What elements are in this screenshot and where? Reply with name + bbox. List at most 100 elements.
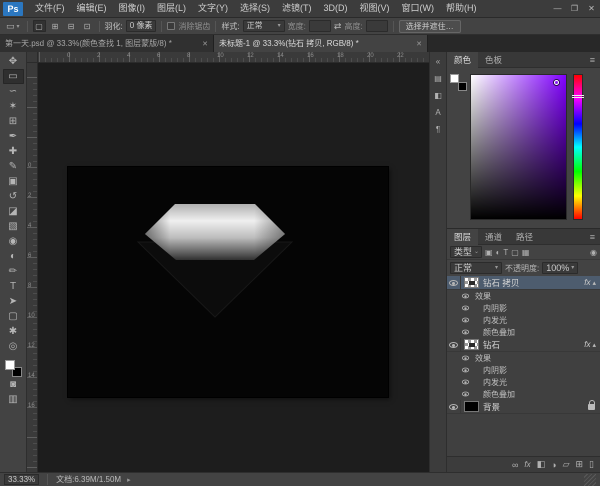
style-dropdown[interactable]: 正常 ▾ — [243, 20, 285, 32]
layer-row-diamond[interactable]: 钻石 fx ▴ — [447, 338, 600, 352]
menu-filter[interactable]: 滤镜(T) — [276, 0, 318, 17]
fx-badge[interactable]: fx — [584, 340, 590, 349]
collapse-effects-icon[interactable]: ▴ — [592, 279, 596, 287]
effect-row-inner-shadow[interactable]: 内阴影 — [447, 302, 600, 314]
pen-tool[interactable]: ✏ — [3, 264, 24, 279]
layer-thumbnail[interactable] — [464, 401, 479, 412]
foreground-color-swatch[interactable] — [5, 360, 15, 370]
screen-mode-button[interactable]: ▥ — [3, 392, 24, 407]
filter-type-layers-icon[interactable]: T — [503, 248, 508, 257]
subtract-selection-button[interactable]: ⊟ — [65, 20, 78, 32]
effect-row-inner-shadow[interactable]: 内阴影 — [447, 364, 600, 376]
layer-thumbnail[interactable] — [464, 277, 479, 288]
visibility-toggle[interactable] — [459, 302, 471, 314]
pasteboard[interactable] — [38, 63, 429, 472]
lasso-tool[interactable]: ∽ — [3, 84, 24, 99]
effect-row-color-overlay[interactable]: 颜色叠加 — [447, 388, 600, 400]
document-tab-untitled-1[interactable]: 未标题-1 @ 33.3%(钻石 拷贝, RGB/8) * ✕ — [214, 35, 428, 52]
resize-grip[interactable] — [584, 474, 596, 486]
magic-wand-tool[interactable]: ✶ — [3, 99, 24, 114]
fx-badge[interactable]: fx — [584, 278, 590, 287]
visibility-toggle[interactable] — [459, 364, 471, 376]
foreground-color-swatch[interactable] — [450, 74, 459, 83]
adjustments-panel-icon[interactable]: ◧ — [431, 89, 445, 102]
swap-dimensions-icon[interactable]: ⇄ — [334, 21, 342, 32]
menu-3d[interactable]: 3D(D) — [318, 0, 354, 17]
collapse-dock-icon[interactable]: « — [431, 55, 445, 68]
healing-brush-tool[interactable]: ✚ — [3, 144, 24, 159]
height-input[interactable] — [366, 20, 388, 32]
eraser-tool[interactable]: ◪ — [3, 204, 24, 219]
history-panel-icon[interactable]: ▤ — [431, 72, 445, 85]
dodge-tool[interactable]: ◐ — [3, 249, 24, 264]
menu-select[interactable]: 选择(S) — [234, 0, 276, 17]
new-selection-button[interactable]: ▢ — [33, 20, 46, 32]
visibility-toggle[interactable] — [459, 326, 471, 338]
width-input[interactable] — [309, 20, 331, 32]
layer-filter-toggle[interactable]: ◉ — [590, 248, 597, 257]
menu-help[interactable]: 帮助(H) — [440, 0, 483, 17]
panel-menu-icon[interactable]: ≡ — [585, 55, 600, 65]
rectangular-marquee-tool[interactable]: ▭ — [3, 69, 24, 84]
effects-header-row[interactable]: 效果 — [447, 352, 600, 364]
filter-adjustment-layers-icon[interactable]: ◐ — [496, 248, 501, 257]
brush-tool[interactable]: ✎ — [3, 159, 24, 174]
hue-slider-marker[interactable] — [572, 95, 584, 98]
background-color-swatch[interactable] — [458, 82, 467, 91]
filter-pixel-layers-icon[interactable]: ▣ — [485, 248, 493, 257]
visibility-toggle[interactable] — [447, 276, 461, 289]
hue-slider[interactable] — [573, 74, 583, 220]
tab-color[interactable]: 颜色 — [447, 52, 478, 68]
visibility-toggle[interactable] — [459, 290, 471, 302]
maximize-button[interactable]: ❐ — [566, 0, 583, 17]
filter-kind-dropdown[interactable]: 类型 ⌄ — [450, 246, 482, 258]
crop-tool[interactable]: ⊞ — [3, 114, 24, 129]
close-tab-icon[interactable]: ✕ — [416, 40, 422, 48]
saturation-brightness-field[interactable] — [470, 74, 567, 220]
select-and-mask-button[interactable]: 选择并遮住… — [399, 20, 461, 33]
collapse-effects-icon[interactable]: ▴ — [592, 341, 596, 349]
horizontal-ruler[interactable]: 0 2 4 6 8 10 12 14 16 18 20 22 — [38, 52, 429, 63]
tab-layers[interactable]: 图层 — [447, 229, 478, 245]
menu-image[interactable]: 图像(I) — [113, 0, 152, 17]
link-layers-icon[interactable]: ∞ — [512, 460, 518, 470]
opacity-dropdown[interactable]: 100% ▾ — [542, 262, 578, 274]
zoom-level-field[interactable]: 33.33% — [4, 474, 39, 485]
close-tab-icon[interactable]: ✕ — [202, 40, 208, 48]
layer-row-background[interactable]: 背景 — [447, 400, 600, 414]
visibility-toggle[interactable] — [459, 388, 471, 400]
type-tool[interactable]: T — [3, 279, 24, 294]
document-canvas[interactable] — [68, 167, 388, 397]
path-selection-tool[interactable]: ➤ — [3, 294, 24, 309]
gradient-tool[interactable]: ▧ — [3, 219, 24, 234]
add-selection-button[interactable]: ⊞ — [49, 20, 62, 32]
hand-tool[interactable]: ✱ — [3, 324, 24, 339]
layer-thumbnail[interactable] — [464, 339, 479, 350]
visibility-toggle[interactable] — [447, 338, 461, 351]
blur-tool[interactable]: ◉ — [3, 234, 24, 249]
menu-window[interactable]: 窗口(W) — [396, 0, 441, 17]
layer-row-diamond-copy[interactable]: 钻石 拷贝 fx ▴ — [447, 276, 600, 290]
effect-row-inner-glow[interactable]: 内发光 — [447, 376, 600, 388]
character-panel-icon[interactable]: A — [431, 106, 445, 119]
blend-mode-dropdown[interactable]: 正常 ▾ — [450, 262, 502, 274]
quick-mask-button[interactable]: ◙ — [3, 377, 24, 392]
paragraph-panel-icon[interactable]: ¶ — [431, 123, 445, 136]
clone-stamp-tool[interactable]: ▣ — [3, 174, 24, 189]
panel-menu-icon[interactable]: ≡ — [585, 232, 600, 242]
shape-tool[interactable]: ▢ — [3, 309, 24, 324]
status-arrow-icon[interactable]: ▸ — [127, 476, 131, 484]
new-layer-icon[interactable]: ⊞ — [576, 459, 584, 470]
color-picker-marker[interactable] — [554, 80, 559, 85]
feather-input[interactable]: 0 像素 — [126, 20, 157, 32]
filter-shape-layers-icon[interactable]: ▢ — [511, 248, 519, 257]
document-tab-first-day[interactable]: 第一天.psd @ 33.3%(颜色查找 1, 图层蒙版/8) * ✕ — [0, 35, 214, 52]
new-adjustment-layer-icon[interactable]: ◑ — [551, 460, 556, 470]
antialias-checkbox[interactable] — [167, 22, 175, 30]
visibility-toggle[interactable] — [447, 400, 461, 413]
ruler-origin[interactable] — [27, 52, 38, 63]
filter-smart-objects-icon[interactable]: ▦ — [522, 248, 530, 257]
visibility-toggle[interactable] — [459, 352, 471, 364]
intersect-selection-button[interactable]: ⊡ — [81, 20, 94, 32]
tab-channels[interactable]: 通道 — [478, 229, 509, 245]
